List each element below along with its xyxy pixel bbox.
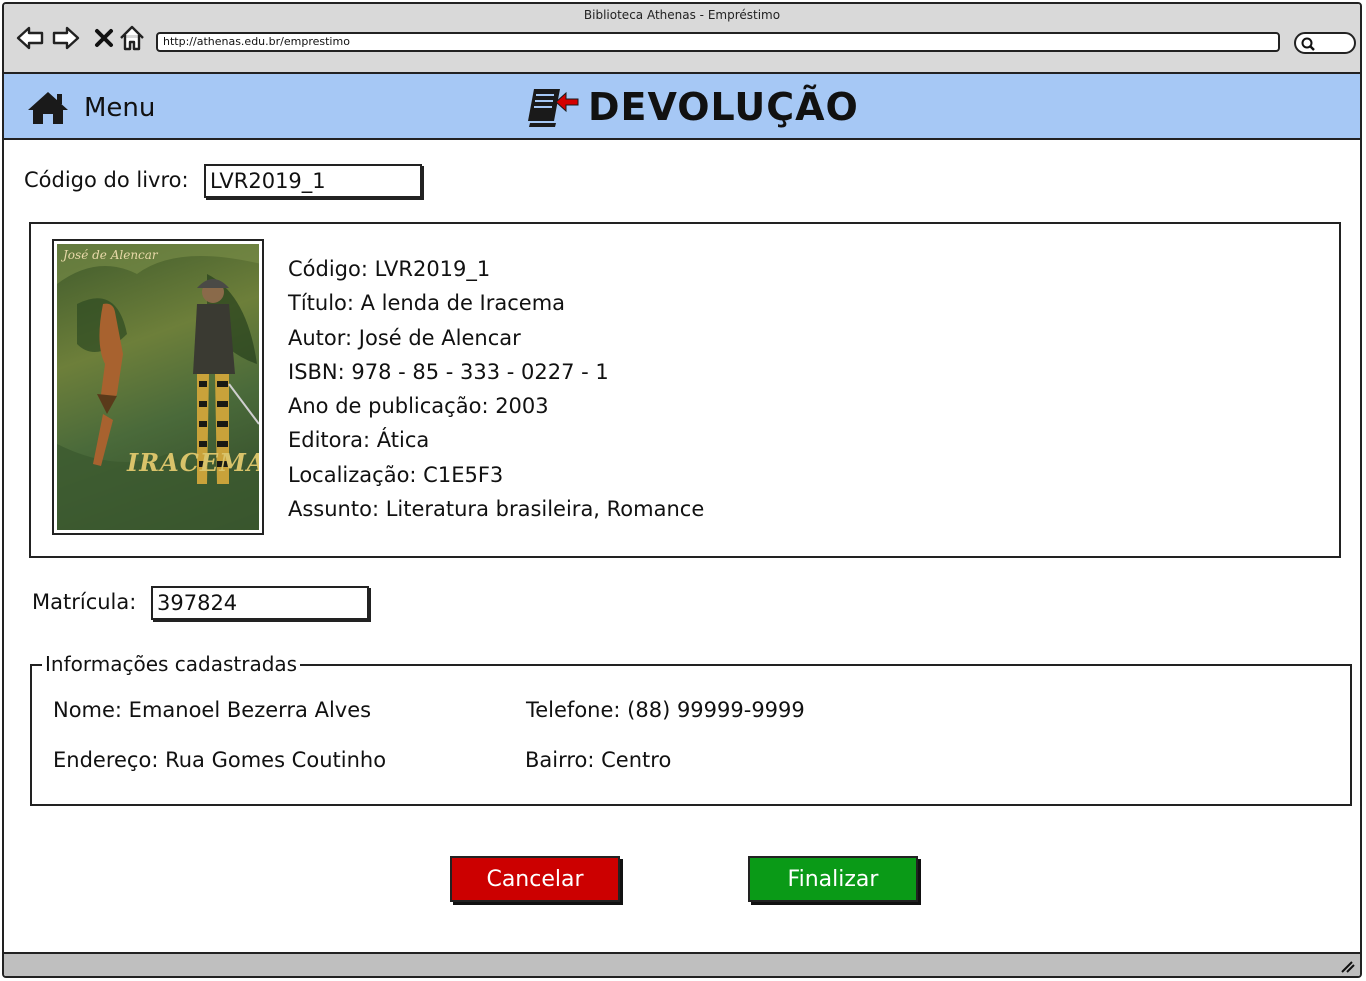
app-header: Menu DEVOLUÇÃO: [4, 74, 1360, 140]
user-district: Bairro: Centro: [525, 748, 672, 772]
book-year: Ano de publicação: 2003: [288, 394, 549, 419]
book-cover-image: José de Alencar IRACEMA: [52, 239, 264, 535]
page-title: DEVOLUÇÃO: [588, 85, 859, 129]
status-bar: [4, 952, 1360, 976]
user-name: Nome: Emanoel Bezerra Alves: [53, 698, 372, 722]
book-publisher: Editora: Ática: [288, 428, 430, 453]
browser-window: Biblioteca Athenas - Empréstimo http://a…: [2, 2, 1362, 978]
book-return-icon: [528, 89, 579, 127]
url-bar[interactable]: http://athenas.edu.br/emprestimo: [156, 32, 1280, 52]
cover-illustration: [57, 244, 259, 530]
book-details-panel: José de Alencar IRACEMA Código: LVR2019_…: [29, 222, 1341, 558]
window-title: Biblioteca Athenas - Empréstimo: [583, 8, 781, 22]
book-author: Autor: José de Alencar: [288, 325, 521, 350]
cover-title-text: IRACEMA: [127, 448, 259, 477]
registration-label: Matrícula:: [32, 590, 137, 614]
resize-grip-icon[interactable]: [1338, 958, 1356, 974]
back-arrow-icon[interactable]: [16, 24, 44, 52]
search-icon: [1301, 37, 1315, 51]
cover-author-text: José de Alencar: [63, 248, 158, 262]
registered-info-box: [30, 664, 1352, 806]
book-code-input[interactable]: [204, 164, 422, 198]
user-phone: Telefone: (88) 99999-9999: [526, 698, 805, 722]
page-title-group: DEVOLUÇÃO: [526, 84, 859, 130]
book-code-label: Código do livro:: [24, 168, 189, 192]
browser-chrome: Biblioteca Athenas - Empréstimo http://a…: [4, 4, 1360, 74]
book-subject: Assunto: Literatura brasileira, Romance: [288, 497, 705, 522]
book-info-list: Código: LVR2019_1 Título: A lenda de Ira…: [288, 252, 704, 526]
book-location: Localização: C1E5F3: [288, 462, 504, 487]
user-address: Endereço: Rua Gomes Coutinho: [53, 748, 387, 772]
book-isbn: ISBN: 978 - 85 - 333 - 0227 - 1: [288, 359, 609, 384]
home-icon: [28, 92, 68, 124]
home-icon[interactable]: [118, 24, 146, 52]
forward-arrow-icon[interactable]: [52, 24, 80, 52]
cancel-button[interactable]: Cancelar: [450, 856, 620, 902]
registration-input[interactable]: [151, 586, 369, 620]
menu-label: Menu: [84, 93, 156, 123]
browser-search-field[interactable]: [1294, 32, 1356, 54]
menu-button[interactable]: Menu: [26, 88, 155, 128]
book-code: Código: LVR2019_1: [288, 257, 491, 281]
registered-info-legend: Informações cadastradas: [42, 652, 301, 676]
close-icon[interactable]: [90, 24, 118, 52]
finish-button[interactable]: Finalizar: [748, 856, 918, 902]
book-title: Título: A lenda de Iracema: [288, 291, 566, 316]
